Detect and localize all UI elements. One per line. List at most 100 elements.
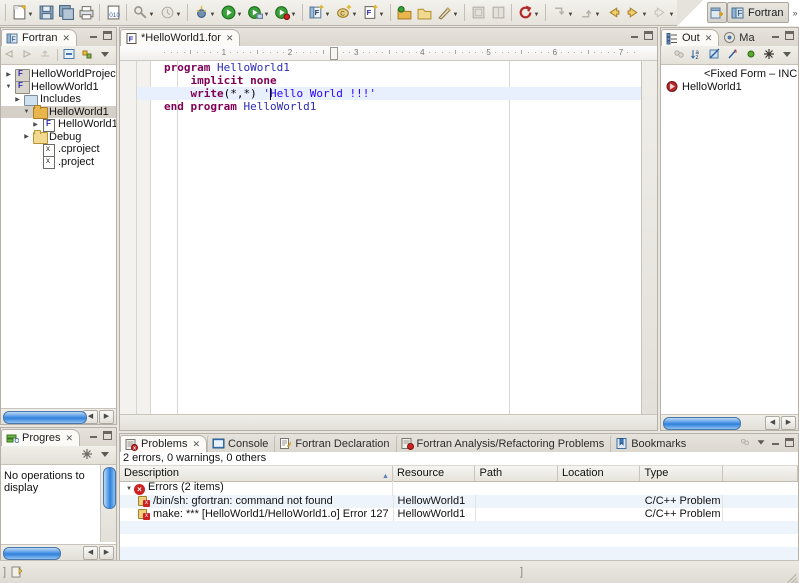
column-header-description[interactable]: Description▲ — [120, 466, 393, 481]
perspective-fortran-button[interactable]: F Fortran — [727, 2, 789, 23]
outline-hscroll-thumb[interactable] — [663, 417, 741, 430]
maximize-icon[interactable] — [102, 30, 113, 41]
progress-hscroll-track[interactable] — [1, 546, 81, 559]
scroll-left-icon[interactable]: ◀ — [765, 416, 780, 430]
chevron-down-icon[interactable] — [175, 5, 182, 21]
filter-icon[interactable] — [761, 47, 777, 63]
outline-item[interactable]: <Fixed Form – INCLUDE li — [661, 68, 798, 81]
tree-item-helloworldprojectinc[interactable]: ▶HelloWorldProjectInC — [1, 68, 116, 81]
problems-table-header[interactable]: Description▲ResourcePathLocationType — [120, 466, 798, 482]
maximize-icon[interactable] — [784, 437, 795, 448]
back-icon[interactable] — [1, 47, 17, 63]
toggle-mark-occurrences-button[interactable] — [469, 2, 487, 24]
debug-button[interactable] — [192, 2, 217, 24]
toolbar-overflow-button[interactable]: » — [789, 8, 799, 18]
view-menu-icon[interactable] — [97, 447, 113, 463]
scroll-right-icon[interactable]: ▶ — [99, 546, 114, 560]
open-perspective-button[interactable] — [707, 2, 727, 23]
column-header-blank[interactable] — [723, 466, 798, 481]
editor-hscrollbar[interactable] — [120, 414, 657, 430]
column-header-type[interactable]: Type — [640, 466, 723, 481]
tab-console[interactable]: Console — [207, 435, 274, 452]
editor-annotation-gutter[interactable] — [120, 61, 137, 414]
chevron-down-icon[interactable] — [567, 5, 574, 21]
close-icon[interactable]: ✕ — [192, 439, 200, 450]
fortran-tree-hscrollbar[interactable]: ◀ ▶ — [1, 408, 116, 424]
progress-vscrollbar[interactable] — [100, 465, 116, 542]
new-fortran-source-file-button[interactable]: F — [361, 2, 386, 24]
editor-source-text[interactable]: program HelloWorld1 implicit none write(… — [164, 61, 376, 113]
problems-table-body[interactable]: ▼×Errors (2 items)/bin/sh: gfortran: com… — [120, 482, 798, 560]
forward-navigation-button[interactable] — [624, 2, 649, 24]
chevron-down-icon[interactable] — [533, 5, 540, 21]
search-button[interactable] — [131, 2, 156, 24]
hide-fields-icon[interactable] — [671, 47, 687, 63]
chevron-down-icon[interactable] — [351, 5, 358, 21]
refactor-button[interactable] — [435, 2, 460, 24]
tree-item--cproject[interactable]: .cproject — [1, 143, 116, 156]
chevron-down-icon[interactable] — [378, 5, 385, 21]
column-header-resource[interactable]: Resource — [393, 466, 476, 481]
open-resource-button[interactable] — [415, 2, 433, 24]
up-icon[interactable] — [37, 47, 53, 63]
chevron-down-icon[interactable] — [148, 5, 155, 21]
tab-outline-ma[interactable]: Ma — [719, 29, 760, 46]
column-header-location[interactable]: Location — [558, 466, 641, 481]
chevron-down-icon[interactable] — [324, 5, 331, 21]
focus-icon[interactable] — [743, 47, 759, 63]
chevron-right-icon[interactable]: ▶ — [3, 71, 14, 78]
tree-item-helloworld1[interactable]: ▼HelloWorld1 — [1, 106, 116, 119]
problems-filter-icon[interactable] — [738, 436, 751, 449]
view-menu-icon[interactable] — [754, 436, 767, 449]
code-line[interactable]: end program HelloWorld1 — [164, 100, 376, 113]
fortran-tree-hscroll-track[interactable] — [1, 410, 81, 423]
tab-fortran-declaration[interactable]: Fortran Declaration — [274, 435, 395, 452]
outline-hscroll-track[interactable] — [661, 416, 763, 429]
tab-problems[interactable]: xProblems✕ — [120, 435, 207, 452]
problems-row[interactable]: make: *** [HelloWorld1/HelloWorld1.o] Er… — [120, 508, 798, 521]
chevron-down-icon[interactable] — [452, 5, 459, 21]
minimize-icon[interactable] — [770, 30, 781, 41]
view-menu-icon[interactable] — [779, 47, 795, 63]
tree-item-helloworld1-for[interactable]: ▶HelloWorld1.for — [1, 118, 116, 131]
refresh-button[interactable] — [516, 2, 541, 24]
run-button[interactable] — [219, 2, 244, 24]
minimize-icon[interactable] — [88, 430, 99, 441]
scroll-left-icon[interactable]: ◀ — [83, 546, 98, 560]
resize-grip[interactable] — [784, 568, 798, 582]
editor-vscrollbar[interactable] — [641, 61, 657, 414]
code-line[interactable]: program HelloWorld1 — [164, 61, 376, 74]
save-all-button[interactable] — [57, 2, 75, 24]
collapse-all-icon[interactable] — [62, 47, 78, 63]
progress-vscroll-thumb[interactable] — [103, 467, 116, 509]
tab-editor-helloworld1[interactable]: F *HelloWorld1.for ✕ — [120, 29, 240, 46]
tab-outline-out[interactable]: Out✕ — [661, 29, 719, 46]
problems-row[interactable]: ▼×Errors (2 items) — [120, 482, 798, 495]
column-header-path[interactable]: Path — [475, 466, 558, 481]
sort-icon[interactable]: a z — [689, 47, 705, 63]
close-icon[interactable]: ✕ — [705, 33, 713, 44]
new-fortran-project-button[interactable]: F — [307, 2, 332, 24]
profile-button[interactable] — [273, 2, 298, 24]
progress-hscrollbar[interactable]: ◀ ▶ — [1, 544, 116, 560]
chevron-down-icon[interactable] — [209, 5, 216, 21]
outline-item[interactable]: HelloWorld1 — [661, 81, 798, 94]
close-icon[interactable]: ✕ — [62, 33, 70, 44]
close-icon[interactable]: ✕ — [66, 433, 74, 444]
problems-row[interactable]: /bin/sh: gfortran: command not foundHell… — [120, 495, 798, 508]
tab-progress[interactable]: Progres ✕ — [1, 429, 80, 446]
fortran-tree-hscroll-thumb[interactable] — [3, 411, 87, 424]
tree-item-hellowworld1[interactable]: ▼HellowWorld1 — [1, 81, 116, 94]
previous-annotation-button[interactable] — [577, 2, 602, 24]
scroll-right-icon[interactable]: ▶ — [99, 410, 114, 424]
new-fortran-class-button[interactable]: C — [334, 2, 359, 24]
save-button[interactable] — [37, 2, 55, 24]
chevron-down-icon[interactable] — [263, 5, 270, 21]
chevron-down-icon[interactable] — [594, 5, 601, 21]
minimize-icon[interactable] — [770, 437, 781, 448]
chevron-down-icon[interactable] — [290, 5, 297, 21]
tab-fortran-analysis-refactoring-problems[interactable]: Fortran Analysis/Refactoring Problems — [396, 435, 611, 452]
scroll-right-icon[interactable]: ▶ — [781, 416, 796, 430]
fortran-project-tree[interactable]: ▶HelloWorldProjectInC▼HellowWorld1▶Inclu… — [1, 65, 116, 168]
run-external-tools-button[interactable] — [246, 2, 271, 24]
